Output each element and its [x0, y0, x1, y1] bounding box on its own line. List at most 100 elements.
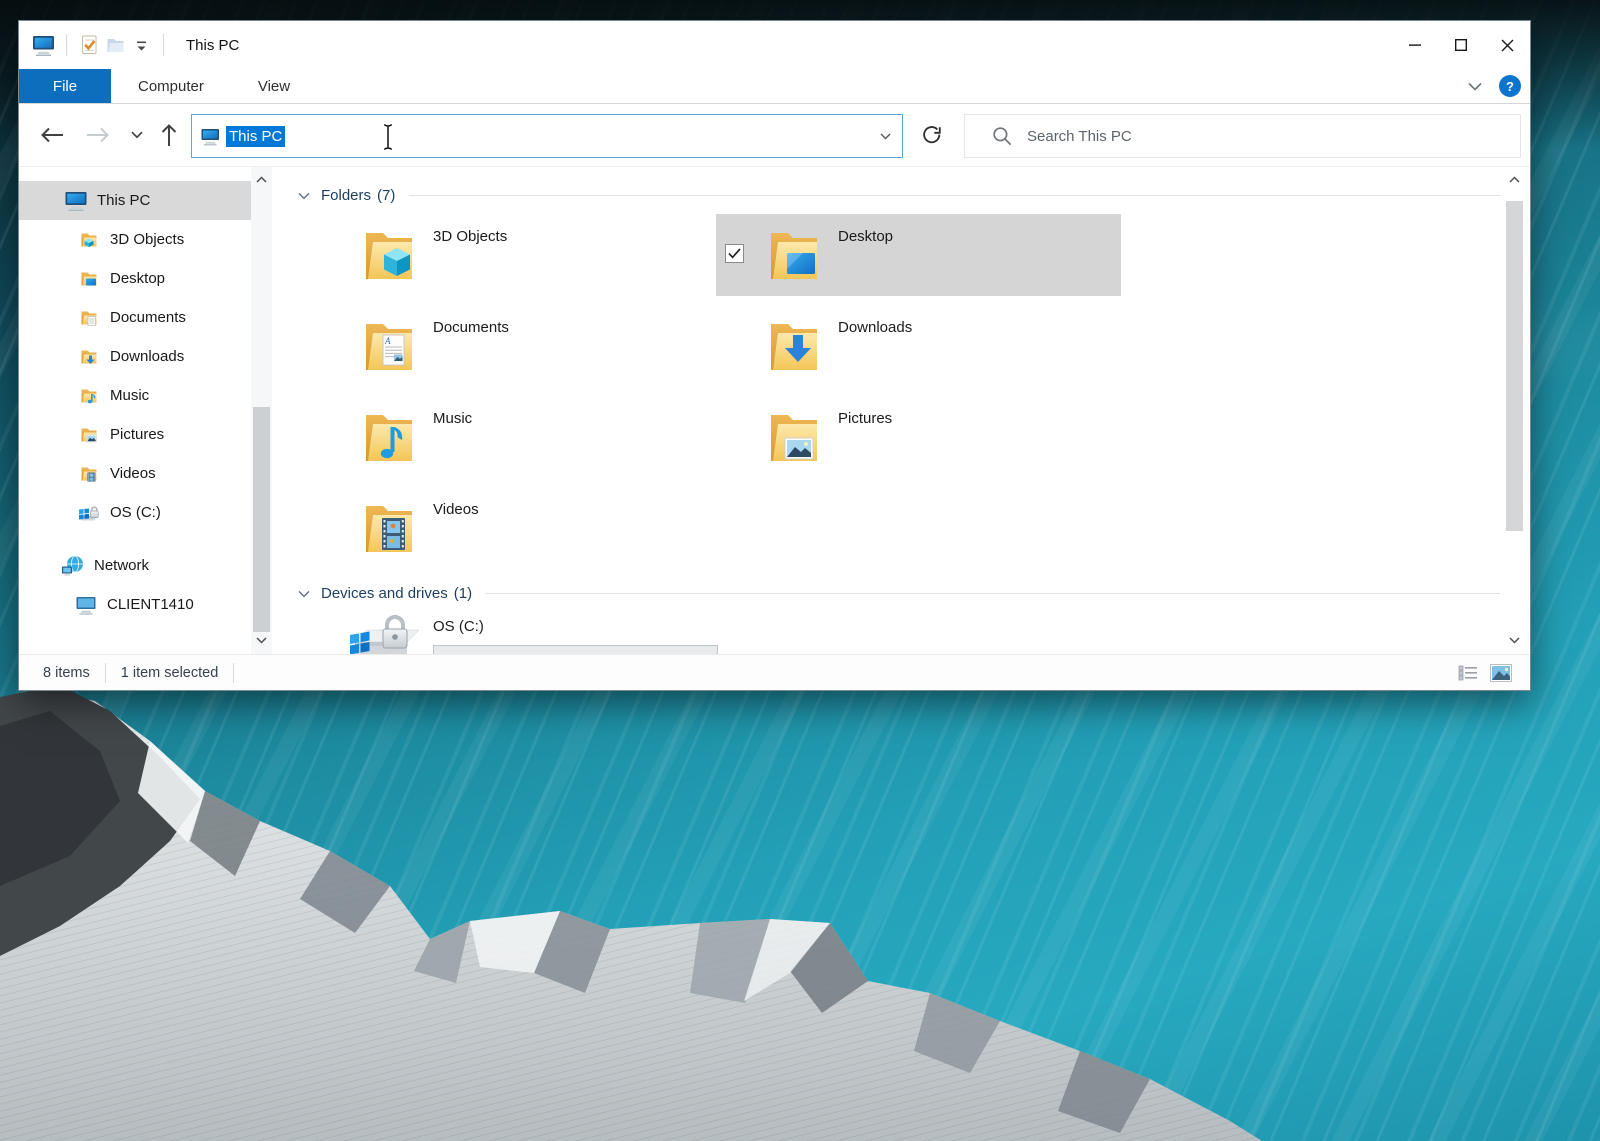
- qat-customize-dropdown[interactable]: [128, 30, 154, 60]
- folder-downloads-icon: [762, 314, 826, 378]
- scrollbar-thumb[interactable]: [1506, 201, 1523, 531]
- folder-desktop-icon: [76, 269, 102, 289]
- back-button[interactable]: [34, 117, 70, 153]
- wallpaper-mountain: [0, 671, 1600, 1141]
- forward-button[interactable]: [80, 117, 116, 153]
- tab-file[interactable]: File: [19, 69, 111, 103]
- svg-text:A: A: [384, 336, 391, 346]
- this-pc-icon: [63, 190, 89, 212]
- sidebar-item-3d-objects[interactable]: 3D Objects: [19, 220, 272, 259]
- selection-count: 1 item selected: [121, 665, 219, 681]
- details-view-button[interactable]: [1456, 661, 1480, 685]
- address-dropdown-chevron-icon[interactable]: [868, 115, 902, 157]
- sidebar-scrollbar[interactable]: [251, 167, 272, 654]
- item-count: 8 items: [43, 665, 90, 681]
- navigation-bar: This PC: [19, 104, 1530, 167]
- folder-desktop-icon: [762, 223, 826, 287]
- sidebar-item-client1410[interactable]: CLIENT1410: [19, 585, 272, 624]
- file-explorer-window: This PC File Computer View: [18, 20, 1531, 691]
- explorer-window-icon: [31, 33, 57, 57]
- desktop-checkbox[interactable]: [725, 244, 744, 263]
- folder-videos-icon: [76, 464, 102, 484]
- folder-documents-icon: A: [357, 314, 421, 378]
- qat-new-folder-button[interactable]: [102, 30, 128, 60]
- sidebar-item-desktop[interactable]: Desktop: [19, 259, 272, 298]
- folder-documents-icon: [76, 308, 102, 328]
- folder-videos-icon: [357, 496, 421, 560]
- sidebar-item-os-c[interactable]: OS (C:): [19, 493, 272, 532]
- tile-downloads[interactable]: Downloads: [716, 305, 1121, 387]
- address-location-icon: [200, 127, 221, 146]
- file-list-pane: Folders (7) 3D Objects: [272, 167, 1530, 654]
- network-icon: [60, 555, 86, 577]
- folder-3d-objects-icon: [357, 223, 421, 287]
- sidebar-item-downloads[interactable]: Downloads: [19, 337, 272, 376]
- group-header-devices[interactable]: Devices and drives (1): [272, 569, 1530, 602]
- os-drive-icon: [76, 503, 102, 523]
- content-scrollbar[interactable]: [1504, 167, 1525, 654]
- minimize-button[interactable]: [1392, 21, 1438, 69]
- scroll-down-icon[interactable]: [1504, 631, 1525, 650]
- qat-properties-button[interactable]: [76, 30, 102, 60]
- close-button[interactable]: [1484, 21, 1530, 69]
- group-header-folders[interactable]: Folders (7): [272, 167, 1530, 204]
- refresh-button[interactable]: [906, 114, 958, 158]
- sidebar-item-documents[interactable]: Documents: [19, 298, 272, 337]
- tile-os-c-drive[interactable]: OS (C:): [311, 608, 716, 654]
- desktop-wallpaper: This PC File Computer View: [0, 0, 1600, 1141]
- sidebar-item-network[interactable]: Network: [19, 546, 272, 585]
- titlebar-separator: [66, 34, 67, 56]
- scrollbar-thumb[interactable]: [253, 407, 270, 632]
- chevron-down-icon: [298, 192, 314, 200]
- folder-pictures-icon: [76, 425, 102, 445]
- maximize-button[interactable]: [1438, 21, 1484, 69]
- sidebar-item-videos[interactable]: Videos: [19, 454, 272, 493]
- ribbon-collapse-chevron-icon[interactable]: [1462, 73, 1488, 99]
- tab-computer[interactable]: Computer: [111, 69, 231, 103]
- main-area: This PC 3D Objects Desktop: [19, 167, 1530, 654]
- status-separator: [233, 663, 234, 683]
- tile-3d-objects[interactable]: 3D Objects: [311, 214, 716, 296]
- navigation-pane: This PC 3D Objects Desktop: [19, 167, 272, 654]
- titlebar: This PC: [19, 21, 1530, 69]
- titlebar-separator: [163, 34, 164, 56]
- tab-view[interactable]: View: [231, 69, 317, 103]
- folder-downloads-icon: [76, 347, 102, 367]
- os-drive-lock-icon: [345, 608, 425, 654]
- folder-pictures-icon: [762, 405, 826, 469]
- tile-pictures[interactable]: Pictures: [716, 396, 1121, 478]
- caption-buttons: [1392, 21, 1530, 69]
- text-cursor-ibeam: [381, 122, 395, 152]
- tile-documents[interactable]: A Documents: [311, 305, 716, 387]
- tile-videos[interactable]: Videos: [311, 487, 716, 569]
- computer-icon: [73, 595, 99, 615]
- drive-capacity-bar: [433, 645, 718, 654]
- search-box[interactable]: [964, 114, 1521, 158]
- group-rule: [409, 195, 1500, 196]
- folder-tiles: 3D Objects Desktop A: [311, 214, 1530, 569]
- search-icon: [992, 126, 1012, 146]
- scroll-down-icon[interactable]: [251, 631, 272, 650]
- large-icons-view-button[interactable]: [1489, 661, 1513, 685]
- window-title: This PC: [186, 37, 239, 54]
- recent-locations-chevron-icon[interactable]: [125, 117, 149, 153]
- scroll-up-icon[interactable]: [251, 170, 272, 189]
- help-button[interactable]: ?: [1499, 75, 1521, 97]
- sidebar-item-this-pc[interactable]: This PC: [19, 181, 272, 220]
- folder-music-icon: [357, 405, 421, 469]
- status-separator: [105, 663, 106, 683]
- group-rule: [486, 593, 1500, 594]
- tile-desktop[interactable]: Desktop: [716, 214, 1121, 296]
- address-location-text: This PC: [226, 126, 285, 147]
- up-button[interactable]: [151, 117, 187, 153]
- sidebar-item-pictures[interactable]: Pictures: [19, 415, 272, 454]
- tile-music[interactable]: Music: [311, 396, 716, 478]
- address-bar[interactable]: This PC: [191, 114, 903, 158]
- sidebar-item-music[interactable]: Music: [19, 376, 272, 415]
- folder-3d-objects-icon: [76, 230, 102, 250]
- ribbon-tab-bar: File Computer View ?: [19, 69, 1530, 104]
- chevron-down-icon: [298, 590, 314, 598]
- search-input[interactable]: [1027, 128, 1457, 145]
- folder-music-icon: [76, 386, 102, 406]
- scroll-up-icon[interactable]: [1504, 170, 1525, 189]
